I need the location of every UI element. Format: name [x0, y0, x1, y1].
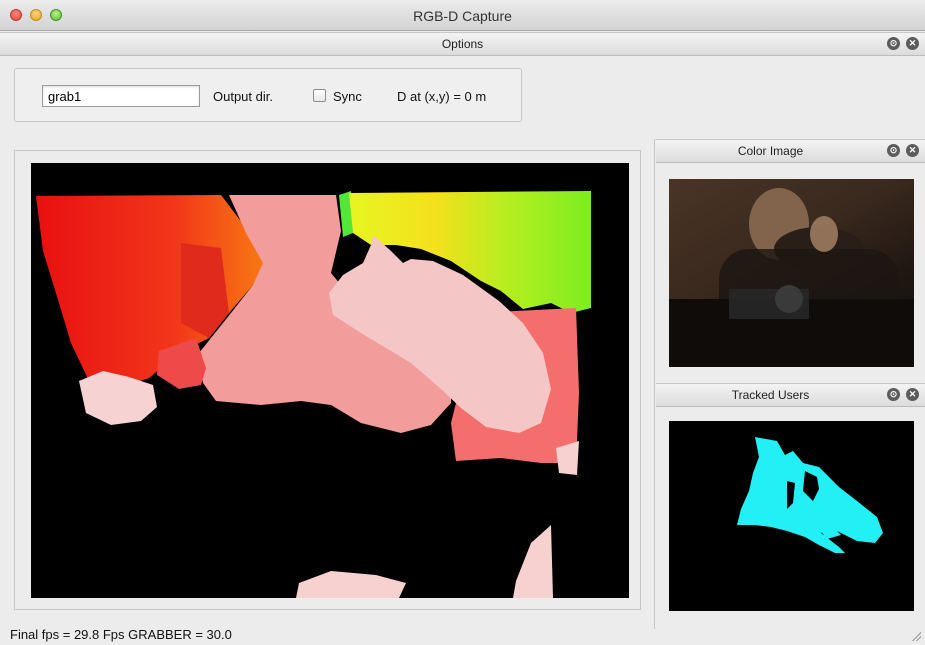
options-float-icon[interactable]: ⊙ — [887, 37, 900, 50]
depth-image-view[interactable] — [31, 163, 629, 598]
options-toolbar: Output dir. Sync D at (x,y) = 0 m — [14, 68, 522, 122]
status-text: Final fps = 29.8 Fps GRABBER = 30.0 — [10, 627, 232, 642]
resize-grip-icon[interactable] — [911, 631, 921, 641]
users-close-icon[interactable]: ✕ — [906, 388, 919, 401]
color-float-icon[interactable]: ⊙ — [887, 144, 900, 157]
depth-map-image — [36, 191, 591, 598]
output-dir-input[interactable] — [42, 85, 200, 107]
tracked-users-view — [669, 421, 914, 611]
options-panel-title: Options — [441, 37, 484, 51]
options-panel-header: Options ⊙ ✕ — [0, 32, 925, 56]
output-dir-label: Output dir. — [213, 89, 273, 104]
color-panel-title: Color Image — [737, 144, 804, 158]
users-float-icon[interactable]: ⊙ — [887, 388, 900, 401]
sync-label: Sync — [333, 89, 362, 104]
color-image-view — [669, 179, 914, 367]
color-panel-header: Color Image ⊙ ✕ — [656, 139, 925, 163]
window-titlebar: RGB-D Capture — [0, 0, 925, 31]
color-close-icon[interactable]: ✕ — [906, 144, 919, 157]
panel-divider[interactable] — [654, 139, 655, 629]
window-title: RGB-D Capture — [413, 8, 512, 24]
sync-checkbox[interactable] — [313, 89, 326, 102]
tracked-user-mask — [737, 437, 883, 553]
color-camera-image — [669, 188, 914, 367]
options-close-icon[interactable]: ✕ — [906, 37, 919, 50]
users-panel-title: Tracked Users — [731, 388, 810, 402]
distance-readout: D at (x,y) = 0 m — [397, 89, 487, 104]
users-panel-header: Tracked Users ⊙ ✕ — [656, 383, 925, 407]
